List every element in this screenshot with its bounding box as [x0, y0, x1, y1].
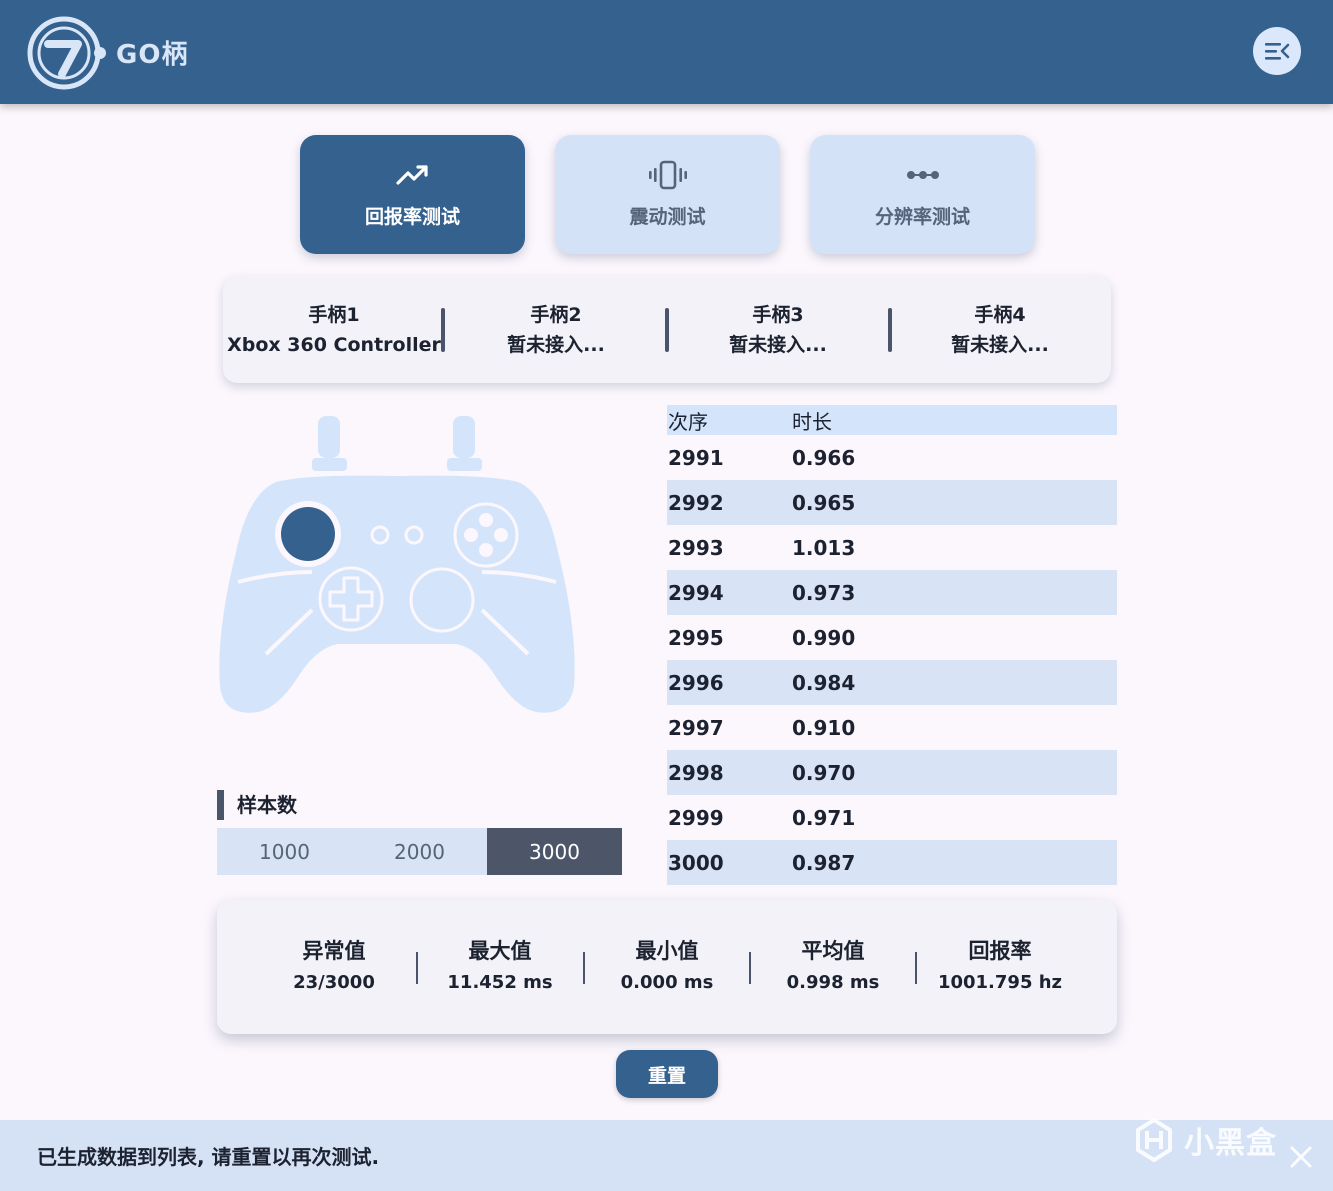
- column-header-index: 次序: [668, 409, 708, 434]
- controller-title: 手柄3: [752, 303, 804, 326]
- cell-duration: 1.013: [792, 535, 856, 560]
- cell-duration: 0.984: [792, 670, 856, 695]
- table-row: 2993 1.013: [667, 525, 1117, 570]
- controller-title: 手柄4: [974, 303, 1026, 326]
- cell-index: 2996: [668, 670, 724, 695]
- trending-up-icon: [395, 165, 428, 185]
- vibration-icon: [648, 160, 687, 190]
- controller-status: Xbox 360 Controller: [227, 333, 441, 356]
- controller-status: 暂未接入...: [951, 333, 1049, 356]
- stat-label: 回报率: [968, 939, 1032, 963]
- stats-panel: 异常值 23/3000 最大值 11.452 ms 最小值 0.000 ms 平…: [217, 900, 1117, 1034]
- stat-label: 最大值: [468, 939, 532, 963]
- results-table: 次序 时长 2991 0.966 2992 0.965 2993 1.013 2…: [667, 405, 1117, 885]
- table-row: 2996 0.984: [667, 660, 1117, 705]
- stat-polling-rate: 回报率 1001.795 hz: [917, 900, 1083, 1034]
- stat-outliers: 异常值 23/3000: [251, 900, 417, 1034]
- tab-label: 震动测试: [629, 206, 706, 228]
- tab-label: 分辨率测试: [874, 206, 970, 228]
- go-logo-icon: [27, 16, 106, 90]
- cell-duration: 0.965: [792, 490, 856, 515]
- stat-max: 最大值 11.452 ms: [417, 900, 583, 1034]
- controller-slot-1[interactable]: 手柄1 Xbox 360 Controller: [223, 276, 445, 383]
- stat-value: 1001.795 hz: [937, 972, 1063, 993]
- tab-vibration-test[interactable]: 震动测试: [555, 135, 780, 254]
- status-message: 已生成数据到列表, 请重置以再次测试.: [37, 1145, 380, 1169]
- divider: [749, 952, 751, 984]
- stat-value: 0.998 ms: [786, 972, 880, 993]
- divider: [888, 308, 892, 352]
- tab-label: 回报率测试: [364, 206, 460, 228]
- stat-label: 最小值: [635, 939, 699, 963]
- table-header: 次序 时长: [667, 405, 1117, 435]
- controller-slot-3[interactable]: 手柄3 暂未接入...: [667, 276, 889, 383]
- cell-duration: 0.970: [792, 760, 856, 785]
- column-header-duration: 时长: [792, 409, 832, 434]
- divider: [915, 952, 917, 984]
- cell-index: 2993: [668, 535, 724, 560]
- cell-duration: 0.910: [792, 715, 856, 740]
- tab-polling-rate-test[interactable]: 回报率测试: [300, 135, 525, 254]
- reset-button[interactable]: 重置: [616, 1050, 718, 1098]
- cell-index: 3000: [668, 850, 724, 875]
- table-row: 2991 0.966: [667, 435, 1117, 480]
- cell-duration: 0.971: [792, 805, 856, 830]
- menu-button[interactable]: [1253, 27, 1301, 75]
- controller-slot-2[interactable]: 手柄2 暂未接入...: [445, 276, 667, 383]
- divider: [441, 308, 445, 352]
- cell-duration: 0.973: [792, 580, 856, 605]
- stat-label: 平均值: [801, 939, 865, 963]
- stat-average: 平均值 0.998 ms: [750, 900, 916, 1034]
- table-row: 2999 0.971: [667, 795, 1117, 840]
- cell-index: 2999: [668, 805, 724, 830]
- menu-collapse-icon: [1265, 43, 1290, 60]
- cell-index: 2995: [668, 625, 724, 650]
- heybox-logo-icon: [1136, 1118, 1172, 1162]
- table-row: 2997 0.910: [667, 705, 1117, 750]
- controller-title: 手柄1: [308, 303, 360, 326]
- cell-index: 2991: [668, 445, 724, 470]
- controller-title: 手柄2: [530, 303, 582, 326]
- stat-value: 11.452 ms: [447, 972, 553, 993]
- stat-label: 异常值: [302, 939, 366, 963]
- cell-duration: 0.987: [792, 850, 856, 875]
- cell-duration: 0.990: [792, 625, 856, 650]
- sample-count-selector: 1000 2000 3000: [217, 828, 622, 875]
- close-icon[interactable]: [1288, 1144, 1314, 1170]
- controller-slot-4[interactable]: 手柄4 暂未接入...: [889, 276, 1111, 383]
- sample-option-1000[interactable]: 1000: [217, 828, 352, 875]
- controller-status: 暂未接入...: [729, 333, 827, 356]
- watermark-text: 小黑盒: [1184, 1126, 1277, 1161]
- app-name: GO柄: [116, 40, 189, 70]
- cell-index: 2997: [668, 715, 724, 740]
- divider: [665, 308, 669, 352]
- controller-status: 暂未接入...: [507, 333, 605, 356]
- divider: [583, 952, 585, 984]
- stat-value: 0.000 ms: [620, 972, 714, 993]
- table-row: 2995 0.990: [667, 615, 1117, 660]
- gamepad-icon: [219, 416, 575, 713]
- table-row: 2994 0.973: [667, 570, 1117, 615]
- sample-option-2000[interactable]: 2000: [352, 828, 487, 875]
- stat-value: 23/3000: [293, 972, 375, 993]
- sample-option-3000[interactable]: 3000: [487, 828, 622, 875]
- stat-min: 最小值 0.000 ms: [584, 900, 750, 1034]
- divider: [416, 952, 418, 984]
- app-header: GO柄: [0, 0, 1333, 104]
- table-row: 3000 0.987: [667, 840, 1117, 885]
- table-row: 2998 0.970: [667, 750, 1117, 795]
- cell-index: 2992: [668, 490, 724, 515]
- cell-index: 2998: [668, 760, 724, 785]
- cell-index: 2994: [668, 580, 724, 605]
- sample-count-title: 样本数: [217, 790, 297, 820]
- tab-resolution-test[interactable]: 分辨率测试: [810, 135, 1035, 254]
- table-row: 2992 0.965: [667, 480, 1117, 525]
- dots-icon: [906, 171, 939, 179]
- cell-duration: 0.966: [792, 445, 856, 470]
